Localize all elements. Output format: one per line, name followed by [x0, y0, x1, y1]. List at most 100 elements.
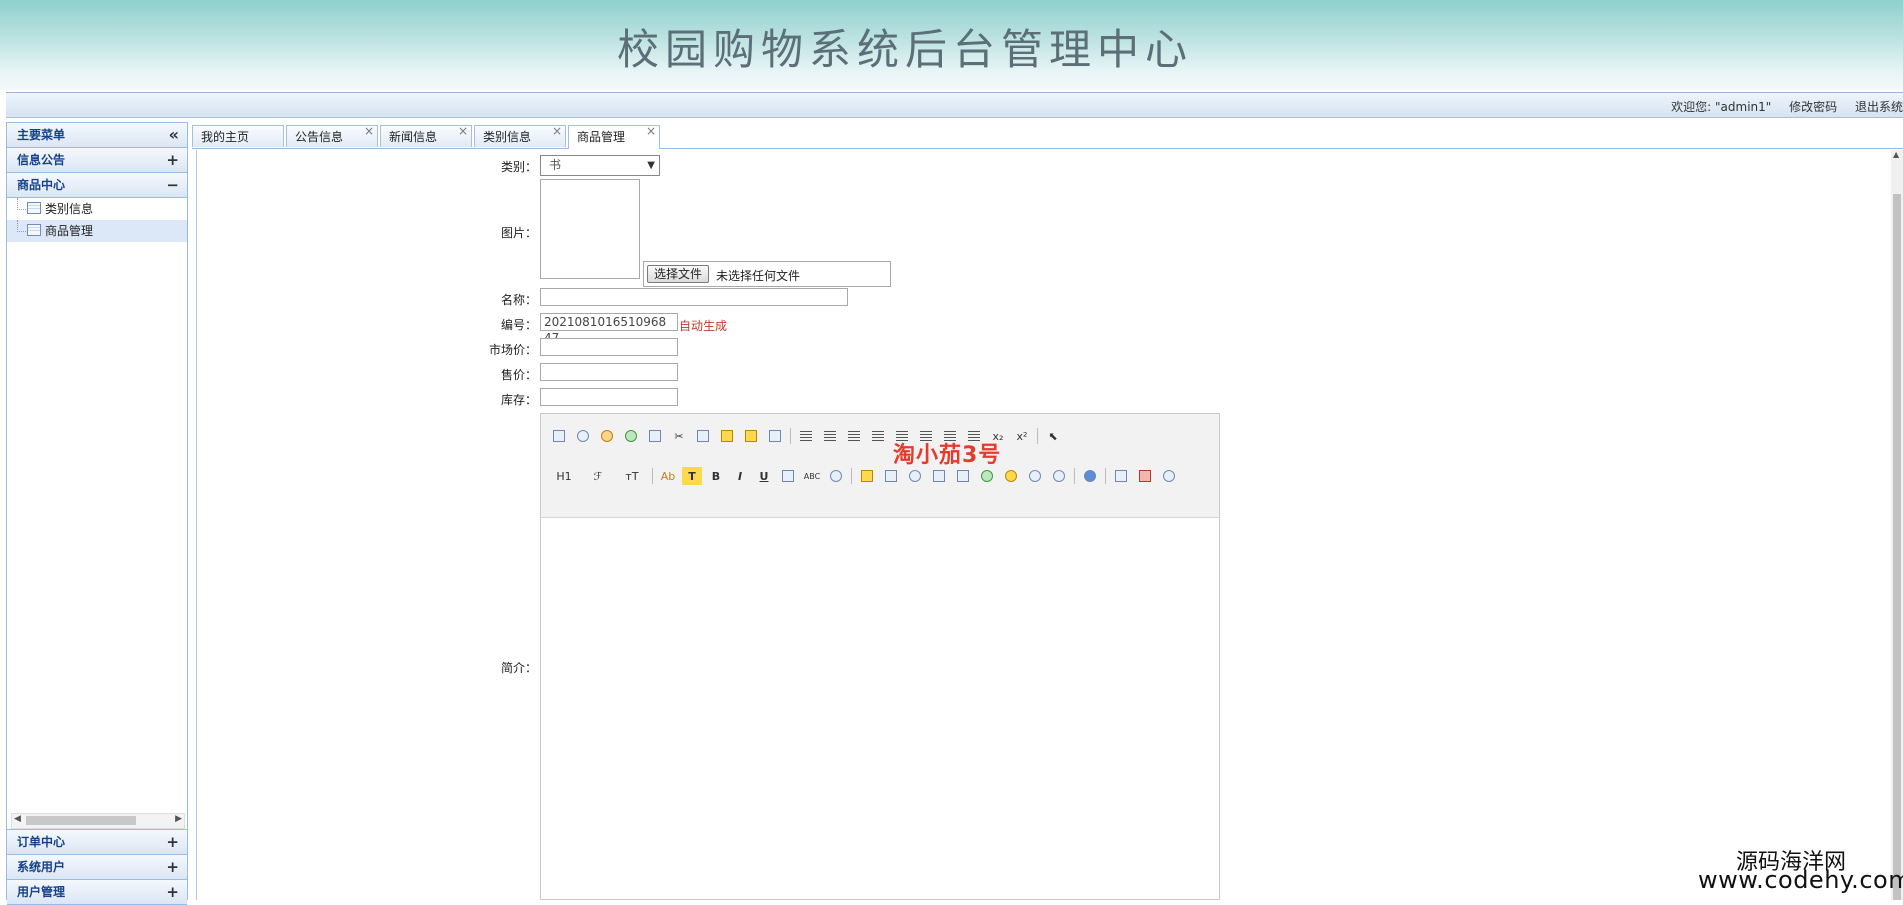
sidebar-item-label: 类别信息	[45, 202, 94, 216]
link-icon[interactable]	[1025, 467, 1045, 485]
scroll-thumb[interactable]	[26, 816, 136, 825]
top-bar: 欢迎您: "admin1" 修改密码 退出系统	[6, 92, 1903, 118]
fullscreen-icon[interactable]	[1135, 467, 1155, 485]
print-icon[interactable]	[645, 427, 665, 445]
paste-icon[interactable]	[717, 427, 737, 445]
content-vertical-scrollbar[interactable]: ▲	[1891, 150, 1903, 900]
section-goods-center[interactable]: 商品中心 −	[7, 173, 187, 198]
stock-label: 库存：	[500, 393, 537, 407]
heading-dropdown[interactable]: H1	[549, 467, 579, 485]
help-icon[interactable]	[1080, 467, 1100, 485]
copy-icon[interactable]	[693, 427, 713, 445]
stock-input[interactable]	[540, 388, 678, 406]
insert-file-icon[interactable]	[929, 467, 949, 485]
section-system-users[interactable]: 系统用户 +	[7, 855, 187, 880]
table-icon	[27, 224, 41, 236]
choose-file-button[interactable]: 选择文件	[647, 265, 710, 283]
close-icon[interactable]: ×	[646, 120, 656, 142]
market-price-input[interactable]	[540, 338, 678, 356]
close-icon[interactable]: ×	[364, 120, 374, 142]
change-password-link[interactable]: 修改密码	[1789, 100, 1837, 114]
tab-goods-management[interactable]: 商品管理 ×	[568, 124, 660, 149]
paste-text-icon[interactable]	[741, 427, 761, 445]
highlight-icon[interactable]: T	[682, 467, 702, 485]
rich-text-editor: ✂ x₂ x² ⬉ H1 ℱ тT Ab T B I U ABC	[540, 413, 1220, 900]
cut-icon[interactable]: ✂	[669, 427, 689, 445]
insert-image-icon[interactable]	[857, 467, 877, 485]
tab-label: 公告信息	[295, 130, 344, 144]
close-icon[interactable]: ×	[458, 120, 468, 142]
underline-icon[interactable]: U	[754, 467, 774, 485]
auto-generate-note: 自动生成	[679, 319, 728, 333]
emoticon-icon[interactable]	[1001, 467, 1021, 485]
template-icon[interactable]	[1111, 467, 1131, 485]
close-icon[interactable]: ×	[552, 120, 562, 142]
source-code-icon[interactable]	[549, 427, 569, 445]
section-label: 商品中心	[17, 178, 66, 192]
sidebar-item-label: 商品管理	[45, 224, 94, 238]
editor-content-area[interactable]	[541, 518, 1219, 899]
align-right-icon[interactable]	[844, 427, 864, 445]
tab-home[interactable]: 我的主页	[192, 125, 284, 147]
scroll-thumb[interactable]	[1893, 194, 1901, 900]
font-family-dropdown[interactable]: ℱ	[583, 467, 613, 485]
section-label: 系统用户	[17, 860, 66, 874]
section-announcements[interactable]: 信息公告 +	[7, 148, 187, 173]
price-input[interactable]	[540, 363, 678, 381]
expand-icon[interactable]: +	[166, 855, 179, 879]
align-left-icon[interactable]	[796, 427, 816, 445]
tab-category-info[interactable]: 类别信息 ×	[474, 124, 566, 147]
section-label: 信息公告	[17, 153, 66, 167]
tab-bar: 我的主页 公告信息 × 新闻信息 × 类别信息 × 商品管理 ×	[192, 122, 1903, 149]
align-center-icon[interactable]	[820, 427, 840, 445]
justify-icon[interactable]	[868, 427, 888, 445]
unlink-icon[interactable]	[1049, 467, 1069, 485]
tab-announcements[interactable]: 公告信息 ×	[286, 124, 378, 147]
sidebar-item-category-info[interactable]: 类别信息	[7, 198, 187, 220]
history-icon[interactable]	[573, 427, 593, 445]
insert-table-icon[interactable]	[953, 467, 973, 485]
italic-icon[interactable]: I	[730, 467, 750, 485]
sidebar-item-goods-management[interactable]: 商品管理	[7, 220, 187, 242]
tab-label: 商品管理	[577, 130, 626, 144]
insert-media-icon[interactable]	[881, 467, 901, 485]
scroll-up-icon[interactable]: ▲	[1893, 150, 1899, 159]
collapse-sidebar-icon[interactable]: «	[169, 123, 179, 147]
scroll-left-icon[interactable]: ◀	[14, 814, 21, 824]
font-size-dropdown[interactable]: тT	[617, 467, 647, 485]
expand-icon[interactable]: +	[166, 148, 179, 172]
insert-flash-icon[interactable]	[905, 467, 925, 485]
spellcheck-icon[interactable]: ABC	[802, 467, 822, 485]
redo-icon[interactable]	[621, 427, 641, 445]
category-select[interactable]: 书 ▼	[540, 155, 660, 176]
tab-news[interactable]: 新闻信息 ×	[380, 124, 472, 147]
paste-word-icon[interactable]	[765, 427, 785, 445]
superscript-icon[interactable]: x²	[1012, 427, 1032, 445]
search-icon[interactable]	[1159, 467, 1179, 485]
document-icon[interactable]	[778, 467, 798, 485]
name-input[interactable]	[540, 288, 848, 306]
scroll-right-icon[interactable]: ▶	[175, 814, 182, 824]
horizontal-rule-icon[interactable]	[977, 467, 997, 485]
expand-icon[interactable]: +	[166, 880, 179, 904]
code-input[interactable]: 2021081016510968​47	[540, 313, 678, 345]
logout-link[interactable]: 退出系统	[1855, 100, 1903, 114]
collapse-icon[interactable]: −	[166, 173, 179, 197]
editor-toolbar: ✂ x₂ x² ⬉ H1 ℱ тT Ab T B I U ABC	[541, 414, 1219, 518]
expand-icon[interactable]: +	[166, 830, 179, 854]
sidebar-title: 主要菜单	[17, 128, 66, 142]
undo-icon[interactable]	[597, 427, 617, 445]
image-preview	[540, 179, 640, 279]
select-all-icon[interactable]: ⬉	[1043, 427, 1063, 445]
file-input[interactable]: 选择文件 未选择任何文件	[643, 261, 891, 287]
file-status-text: 未选择任何文件	[716, 269, 801, 283]
section-user-management[interactable]: 用户管理 +	[7, 880, 187, 905]
font-color-icon[interactable]: Ab	[658, 467, 678, 485]
category-selected-value: 书	[549, 158, 562, 172]
section-orders[interactable]: 订单中心 +	[7, 829, 187, 855]
bold-icon[interactable]: B	[706, 467, 726, 485]
eraser-icon[interactable]	[826, 467, 846, 485]
sidebar-horizontal-scrollbar[interactable]: ◀ ▶	[11, 813, 185, 829]
header-banner: 校园购物系统后台管理中心	[0, 0, 1903, 90]
category-label: 类别：	[500, 160, 537, 174]
